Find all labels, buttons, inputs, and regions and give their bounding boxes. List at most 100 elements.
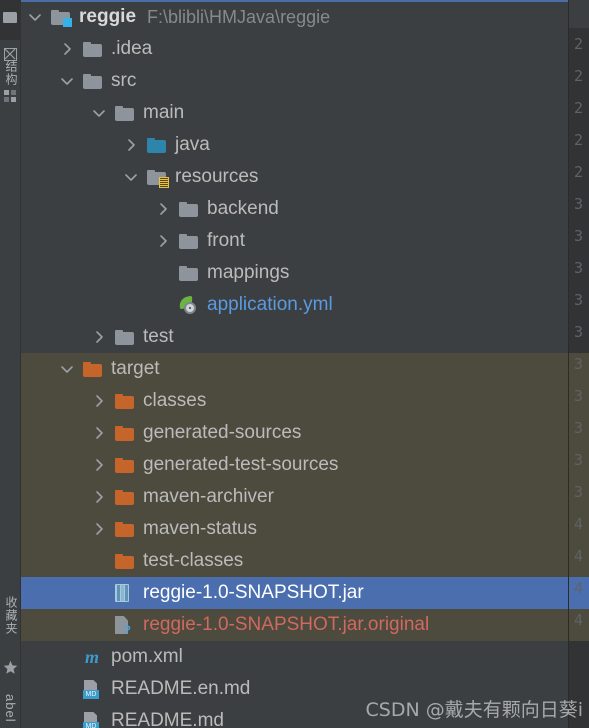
line-number: 2 — [574, 35, 584, 53]
chevron-placeholder — [59, 705, 75, 728]
chevron-placeholder — [91, 545, 107, 577]
tree-row-label: generated-test-sources — [143, 454, 339, 475]
tree-row[interactable]: classes — [21, 385, 568, 417]
row-text: maven-archiver — [143, 481, 274, 513]
tree-row[interactable]: main — [21, 97, 568, 129]
tree-row-label: backend — [207, 198, 279, 219]
folder-icon — [115, 329, 134, 345]
chevron-right-icon[interactable] — [91, 385, 107, 417]
tree-row[interactable]: test — [21, 321, 568, 353]
tree-row[interactable]: reggie F:\blibli\HMJava\reggie — [21, 1, 568, 33]
tool-strip-favorites-label[interactable]: 收藏夹 — [0, 596, 21, 635]
line-number: 3 — [574, 195, 584, 213]
tree-row[interactable]: .idea — [21, 33, 568, 65]
tree-row-label: mappings — [207, 262, 290, 283]
chevron-down-icon[interactable] — [59, 353, 75, 385]
chevron-right-icon[interactable] — [91, 513, 107, 545]
tree-row[interactable]: maven-status — [21, 513, 568, 545]
tree-row-label: reggie-1.0-SNAPSHOT.jar — [143, 582, 364, 603]
tree-row[interactable]: ? reggie-1.0-SNAPSHOT.jar.original — [21, 609, 568, 641]
jar-icon — [115, 584, 129, 602]
tree-row-label: reggie-1.0-SNAPSHOT.jar.original — [143, 614, 430, 635]
tree-row[interactable]: maven-archiver — [21, 481, 568, 513]
row-icon: MD — [83, 705, 105, 728]
tree-row[interactable]: mappings — [21, 257, 568, 289]
line-number: 2 — [574, 163, 584, 181]
chevron-down-icon[interactable] — [91, 97, 107, 129]
tree-row[interactable]: java — [21, 129, 568, 161]
excluded-folder-icon — [115, 521, 134, 537]
row-text: front — [207, 225, 245, 257]
row-text: mappings — [207, 257, 289, 289]
grid-icon[interactable] — [4, 90, 17, 103]
tree-row-label: maven-status — [143, 518, 258, 539]
tree-row-label: src — [111, 70, 137, 91]
chevron-down-icon[interactable] — [123, 161, 139, 193]
tree-row-label: test-classes — [143, 550, 244, 571]
chevron-right-icon[interactable] — [91, 481, 107, 513]
module-folder-icon — [51, 9, 72, 27]
row-icon — [179, 193, 201, 225]
tree-row[interactable]: backend — [21, 193, 568, 225]
resources-folder-icon — [147, 169, 169, 188]
tree-row[interactable]: reggie-1.0-SNAPSHOT.jar — [21, 577, 568, 609]
tree-row[interactable]: generated-test-sources — [21, 449, 568, 481]
tree-row-label: README.md — [111, 710, 224, 728]
excluded-folder-icon — [115, 393, 134, 409]
tree-row[interactable]: generated-sources — [21, 417, 568, 449]
row-text: backend — [207, 193, 279, 225]
row-text: generated-sources — [143, 417, 301, 449]
row-icon — [115, 97, 137, 129]
chevron-right-icon[interactable] — [155, 225, 171, 257]
row-icon — [179, 225, 201, 257]
source-folder-icon — [147, 137, 166, 153]
line-number: 2 — [574, 99, 584, 117]
line-number: 3 — [574, 387, 584, 405]
left-tool-strip[interactable]: 结构 收藏夹 abel — [0, 0, 21, 728]
row-text: reggie-1.0-SNAPSHOT.jar — [143, 577, 364, 609]
excluded-folder-icon — [115, 425, 134, 441]
row-icon — [115, 481, 137, 513]
maven-icon: m — [84, 647, 99, 667]
excluded-folder-icon — [115, 457, 134, 473]
row-text: resources — [175, 161, 258, 193]
line-number: 2 — [574, 131, 584, 149]
project-tree[interactable]: reggie F:\blibli\HMJava\reggie .idea src mai… — [21, 0, 568, 728]
markdown-icon: MD — [83, 679, 100, 699]
chevron-placeholder — [91, 609, 107, 641]
row-icon: MD — [83, 673, 105, 705]
tree-row[interactable]: test-classes — [21, 545, 568, 577]
star-icon[interactable] — [3, 660, 18, 675]
line-number: 3 — [574, 451, 584, 469]
row-icon: ? — [115, 609, 137, 641]
row-text: main — [143, 97, 184, 129]
chevron-down-icon[interactable] — [27, 1, 43, 33]
tool-strip-bottom-label[interactable]: abel — [0, 694, 21, 723]
line-number: 3 — [574, 355, 584, 373]
chevron-right-icon[interactable] — [59, 33, 75, 65]
excluded-folder-icon — [83, 361, 102, 377]
chevron-down-icon[interactable] — [59, 65, 75, 97]
row-text: maven-status — [143, 513, 257, 545]
watermark-text: CSDN @戴夫有颗向日葵i — [365, 699, 584, 721]
row-icon — [147, 161, 169, 193]
folder-icon — [179, 233, 198, 249]
tree-row[interactable]: src — [21, 65, 568, 97]
chevron-right-icon[interactable] — [91, 449, 107, 481]
chevron-right-icon[interactable] — [155, 193, 171, 225]
tree-row[interactable]: target — [21, 353, 568, 385]
tree-row-label: .idea — [111, 38, 153, 59]
unknown-file-icon: ? — [115, 616, 131, 636]
line-number: 2 — [574, 67, 584, 85]
tree-row[interactable]: m pom.xml — [21, 641, 568, 673]
row-icon — [83, 65, 105, 97]
chevron-right-icon[interactable] — [91, 321, 107, 353]
row-icon — [51, 1, 73, 33]
chevron-right-icon[interactable] — [91, 417, 107, 449]
chevron-right-icon[interactable] — [123, 129, 139, 161]
line-number: 3 — [574, 323, 584, 341]
tree-row[interactable]: front — [21, 225, 568, 257]
line-number: 3 — [574, 483, 584, 501]
tree-row[interactable]: application.yml — [21, 289, 568, 321]
tree-row[interactable]: resources — [21, 161, 568, 193]
